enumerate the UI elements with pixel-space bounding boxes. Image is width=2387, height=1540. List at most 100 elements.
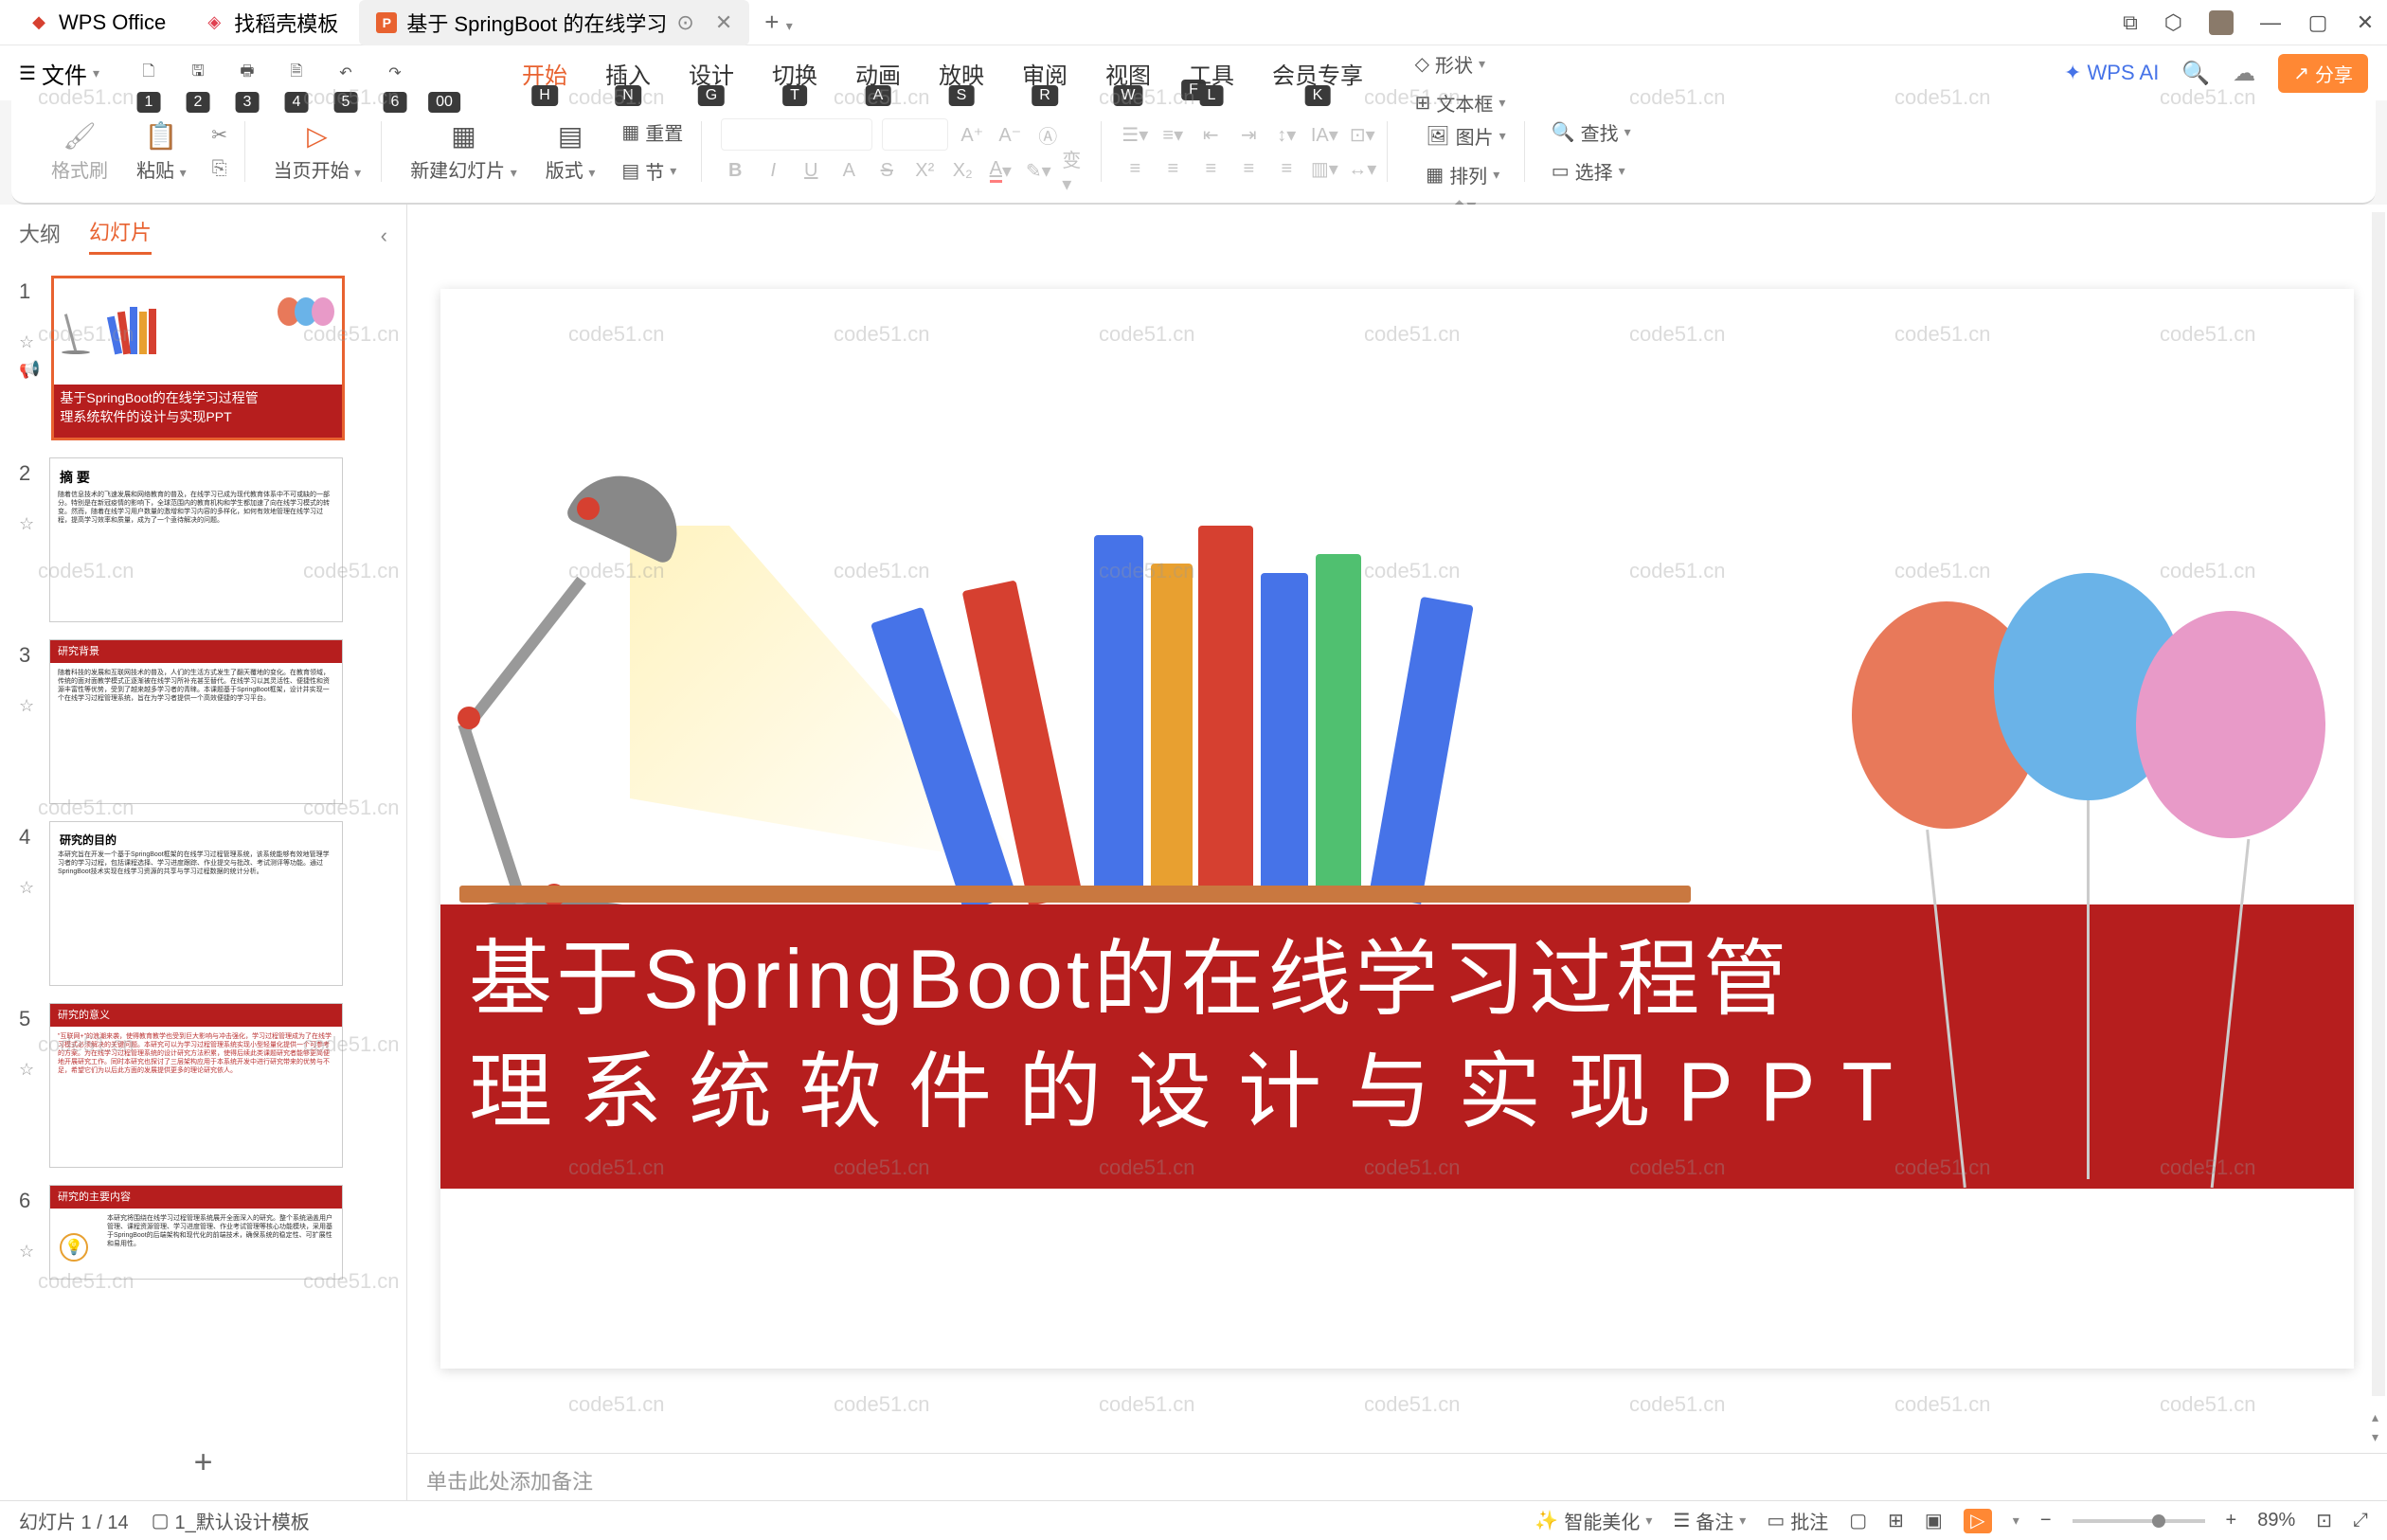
tab-vip[interactable]: 会员专享K	[1272, 51, 1363, 96]
vertical-scrollbar[interactable]	[2372, 212, 2385, 1396]
superscript-icon[interactable]: X²	[910, 156, 939, 185]
distributed-icon[interactable]: ≡	[1272, 154, 1301, 183]
minimize-button[interactable]: —	[2260, 10, 2281, 35]
comments-button[interactable]: ▭ 批注	[1767, 1507, 1828, 1534]
slide-thumbnail-6[interactable]: 研究的主要内容 💡 本研究将围绕在线学习过程管理系统展开全面深入的研究。整个系统…	[49, 1185, 343, 1280]
tab-view[interactable]: 视图W	[1105, 51, 1151, 96]
new-slide-button[interactable]: ▦新建幻灯片 ▾	[401, 116, 527, 187]
view-sorter-icon[interactable]: ⊞	[1888, 1509, 1904, 1532]
slide-thumbnail-1[interactable]: 基于SpringBoot的在线学习过程管 理系统软件的设计与实现PPT	[51, 276, 345, 440]
justify-icon[interactable]: ≡	[1234, 154, 1263, 183]
decrease-font-icon[interactable]: A⁻	[996, 120, 1024, 149]
subscript-icon[interactable]: X₂	[948, 156, 977, 185]
increase-font-icon[interactable]: A⁺	[958, 120, 986, 149]
share-button[interactable]: ↗ 分享	[2278, 54, 2368, 93]
arrange-button[interactable]: ▦ 排列 ▾	[1418, 158, 1513, 191]
cube-icon[interactable]: ⬡	[2164, 10, 2182, 35]
cut-icon[interactable]: ✂	[206, 120, 234, 149]
find-button[interactable]: 🔍 查找 ▾	[1544, 116, 1639, 149]
spacing-icon[interactable]: ↔▾	[1348, 154, 1376, 183]
slide-thumbnail-5[interactable]: 研究的意义 "互联网+"的浪潮来袭，使得教育教学也受到巨大影响与冲击强化，学习过…	[49, 1003, 343, 1168]
next-slide-icon[interactable]: ▾	[2372, 1429, 2385, 1445]
view-reading-icon[interactable]: ▣	[1925, 1509, 1943, 1532]
slideshow-button[interactable]: ▷	[1964, 1509, 1992, 1533]
notes-button[interactable]: ☰ 备注 ▾	[1673, 1507, 1746, 1534]
prev-slide-icon[interactable]: ▴	[2372, 1409, 2385, 1425]
line-spacing-icon[interactable]: ↕▾	[1272, 120, 1301, 149]
tab-home[interactable]: ◆ WPS Office	[11, 3, 183, 43]
maximize-button[interactable]: ▢	[2307, 10, 2328, 35]
dropdown-icon[interactable]: ⊙	[676, 10, 693, 35]
bold-icon[interactable]: B	[721, 156, 749, 185]
qat-more-icon[interactable]: 00	[429, 58, 459, 88]
thumb-row-2[interactable]: 2☆ 摘 要 随着信息技术的飞速发展和网络教育的普及，在线学习已成为现代教育体系…	[19, 457, 387, 622]
layout-button[interactable]: ▤版式 ▾	[536, 116, 605, 187]
picture-button[interactable]: 🖼 图片 ▾	[1418, 119, 1513, 152]
qat-print-preview-icon[interactable]: 🗎4	[281, 58, 312, 88]
template-name[interactable]: ▢ 1_默认设计模板	[152, 1507, 310, 1534]
tab-tools[interactable]: 工具L	[1189, 51, 1234, 96]
close-button[interactable]: ✕	[2355, 10, 2376, 35]
shape-button[interactable]: ◇ 形状 ▾	[1408, 47, 1514, 81]
tab-slideshow[interactable]: 放映S	[939, 51, 984, 96]
tab-design[interactable]: 设计G	[689, 51, 734, 96]
notes-bar[interactable]: 单击此处添加备注	[407, 1453, 2387, 1500]
slideshow-dropdown[interactable]: ▾	[2013, 1513, 2019, 1529]
tab-start[interactable]: 开始H	[522, 51, 567, 96]
zoom-level[interactable]: 89%	[2257, 1510, 2295, 1531]
copy-icon[interactable]: ⎘	[206, 154, 234, 183]
format-painter-button[interactable]: 🖌格式刷	[42, 116, 117, 187]
thumb-row-1[interactable]: 1 ☆📢	[19, 276, 387, 440]
tab-animation[interactable]: 动画A	[855, 51, 901, 96]
close-icon[interactable]: ✕	[715, 10, 732, 35]
columns-icon[interactable]: ▥▾	[1310, 154, 1338, 183]
slide-thumbnail-4[interactable]: 研究的目的 本研究旨在开发一个基于SpringBoot框架的在线学习过程管理系统…	[49, 821, 343, 986]
clear-format-icon[interactable]: Ⓐ	[1033, 120, 1062, 149]
tab-insert[interactable]: 插入N	[605, 51, 651, 96]
highlight-icon[interactable]: ✎▾	[1024, 156, 1052, 185]
tab-transition[interactable]: 切换T	[772, 51, 817, 96]
add-tab-button[interactable]: + ▾	[753, 8, 803, 37]
section-button[interactable]: ▤ 节 ▾	[614, 154, 691, 188]
underline-icon[interactable]: U	[797, 156, 825, 185]
paste-button[interactable]: 📋粘贴 ▾	[127, 116, 196, 187]
font-family-select[interactable]	[721, 118, 872, 151]
align-text-icon[interactable]: ⊡▾	[1348, 120, 1376, 149]
zoom-slider[interactable]	[2073, 1519, 2205, 1523]
collapse-icon[interactable]: ‹	[381, 224, 387, 248]
strike2-icon[interactable]: S	[872, 156, 901, 185]
qat-redo-icon[interactable]: ↷6	[380, 58, 410, 88]
file-menu[interactable]: 文件 ▾ F	[19, 57, 99, 90]
bullets-icon[interactable]: ☰▾	[1121, 120, 1149, 149]
fit-window-icon[interactable]: ⊡	[2316, 1509, 2332, 1532]
reset-button[interactable]: ▦ 重置	[614, 116, 691, 149]
window-list-icon[interactable]: ⧉	[2123, 10, 2138, 35]
thumb-row-4[interactable]: 4☆ 研究的目的 本研究旨在开发一个基于SpringBoot框架的在线学习过程管…	[19, 821, 387, 986]
char-spacing-icon[interactable]: 变▾	[1062, 156, 1090, 185]
expand-icon[interactable]: ⤢	[2353, 1510, 2368, 1531]
beautify-button[interactable]: ✨ 智能美化 ▾	[1534, 1507, 1652, 1534]
italic-icon[interactable]: I	[759, 156, 787, 185]
text-direction-icon[interactable]: IA▾	[1310, 120, 1338, 149]
font-color-icon[interactable]: A▾	[986, 156, 1014, 185]
slide-thumbnail-2[interactable]: 摘 要 随着信息技术的飞速发展和网络教育的普及，在线学习已成为现代教育体系中不可…	[49, 457, 343, 622]
wps-ai-button[interactable]: ✦ WPS AI	[2064, 61, 2159, 85]
thumb-row-3[interactable]: 3☆ 研究背景 随着科技的发展和互联网技术的普及，人们的生活方式发生了翻天覆地的…	[19, 639, 387, 804]
thumb-row-6[interactable]: 6☆ 研究的主要内容 💡 本研究将围绕在线学习过程管理系统展开全面深入的研究。整…	[19, 1185, 387, 1280]
select-button[interactable]: ▭ 选择 ▾	[1544, 154, 1639, 188]
numbering-icon[interactable]: ≡▾	[1158, 120, 1187, 149]
align-left-icon[interactable]: ≡	[1121, 154, 1149, 183]
cloud-icon[interactable]: ☁	[2233, 60, 2255, 87]
search-icon[interactable]: 🔍	[2181, 60, 2210, 87]
thumb-row-5[interactable]: 5☆ 研究的意义 "互联网+"的浪潮来袭，使得教育教学也受到巨大影响与冲击强化，…	[19, 1003, 387, 1168]
avatar-icon[interactable]	[2209, 10, 2234, 35]
tab-review[interactable]: 审阅R	[1022, 51, 1068, 96]
qat-new-icon[interactable]: 🗋1	[134, 58, 164, 88]
panel-tab-slides[interactable]: 幻灯片	[89, 216, 152, 255]
align-center-icon[interactable]: ≡	[1158, 154, 1187, 183]
indent-left-icon[interactable]: ⇤	[1196, 120, 1225, 149]
slide-canvas[interactable]: 基于SpringBoot的在线学习过程管 理系统软件的设计与实现PPT	[440, 289, 2354, 1369]
align-right-icon[interactable]: ≡	[1196, 154, 1225, 183]
qat-print-icon[interactable]: 🖶3	[232, 58, 262, 88]
view-normal-icon[interactable]: ▢	[1849, 1509, 1867, 1532]
